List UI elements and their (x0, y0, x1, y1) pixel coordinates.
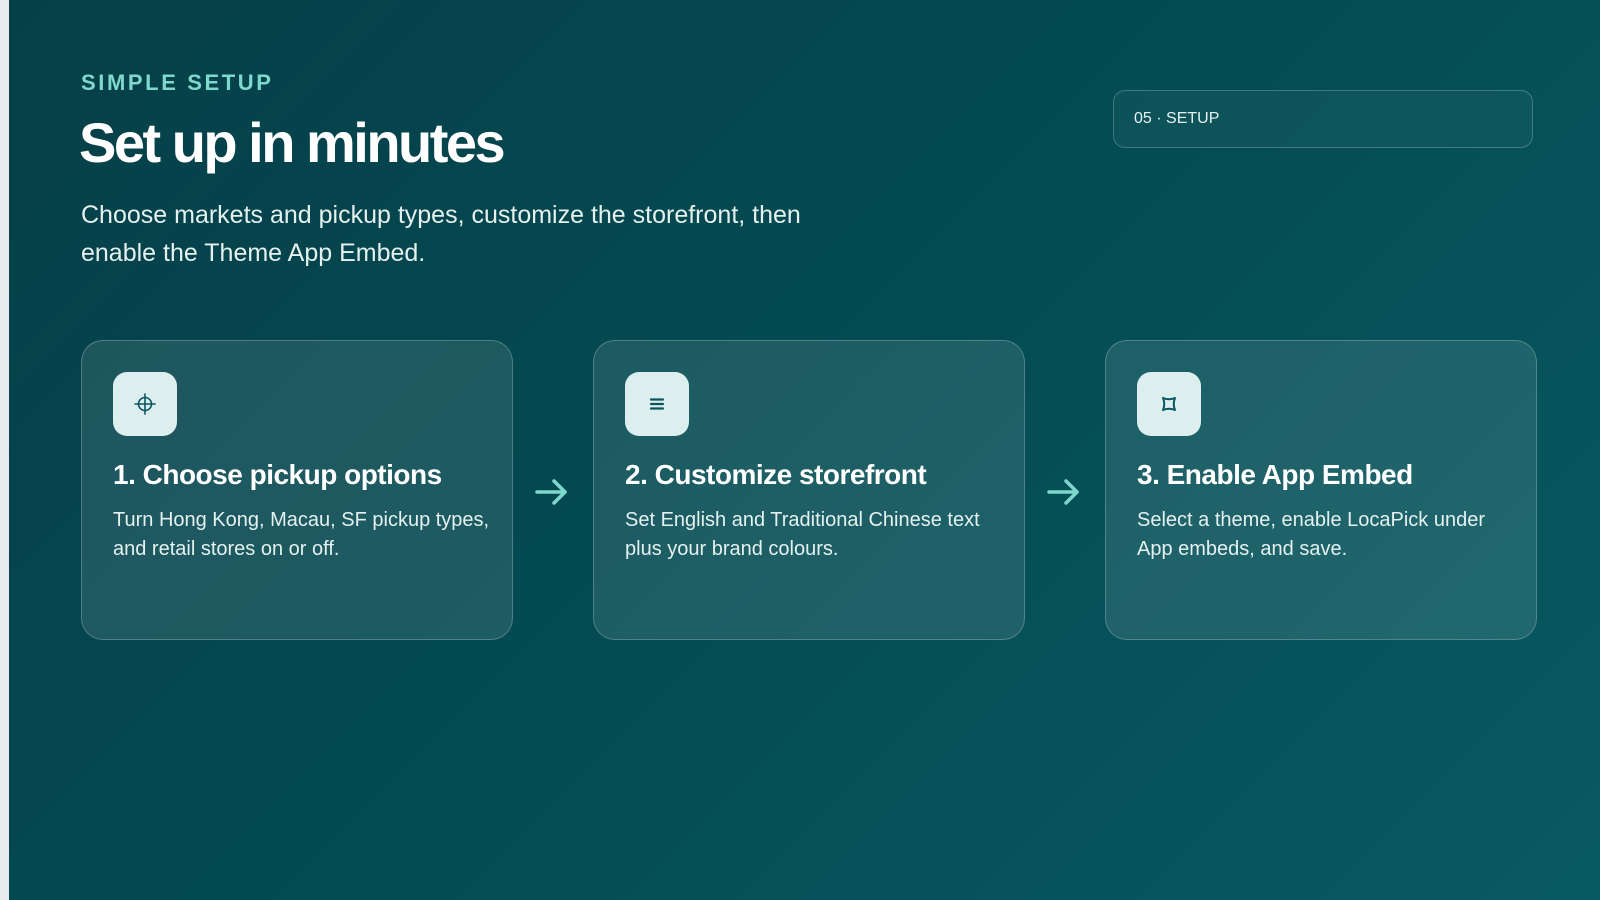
crosshair-icon (113, 372, 177, 436)
arrow-right-icon (532, 472, 572, 512)
step-title: 3. Enable App Embed (1137, 459, 1413, 490)
embed-frame-icon (1137, 372, 1201, 436)
menu-lines-icon (625, 372, 689, 436)
setup-slide: SIMPLE SETUP Set up in minutes Choose ma… (9, 0, 1600, 900)
step-title: 1. Choose pickup options (113, 459, 442, 490)
arrow-right-icon (1044, 472, 1084, 512)
section-badge-label: 05 · SETUP (1134, 110, 1220, 127)
step-card-enable-app-embed: 3. Enable App Embed Select a theme, enab… (1105, 340, 1537, 640)
section-badge: 05 · SETUP (1113, 90, 1533, 148)
step-description: Turn Hong Kong, Macau, SF pickup types, … (113, 509, 490, 560)
page-subtitle: Choose markets and pickup types, customi… (81, 201, 801, 267)
page-title: Set up in minutes (79, 111, 506, 174)
step-description: Select a theme, enable LocaPick under Ap… (1137, 509, 1485, 560)
section-eyebrow: SIMPLE SETUP (81, 70, 274, 95)
step-card-choose-pickup: 1. Choose pickup options Turn Hong Kong,… (81, 340, 513, 640)
step-description: Set English and Traditional Chinese text… (625, 509, 980, 560)
step-card-customize-storefront: 2. Customize storefront Set English and … (593, 340, 1025, 640)
step-title: 2. Customize storefront (625, 459, 927, 490)
